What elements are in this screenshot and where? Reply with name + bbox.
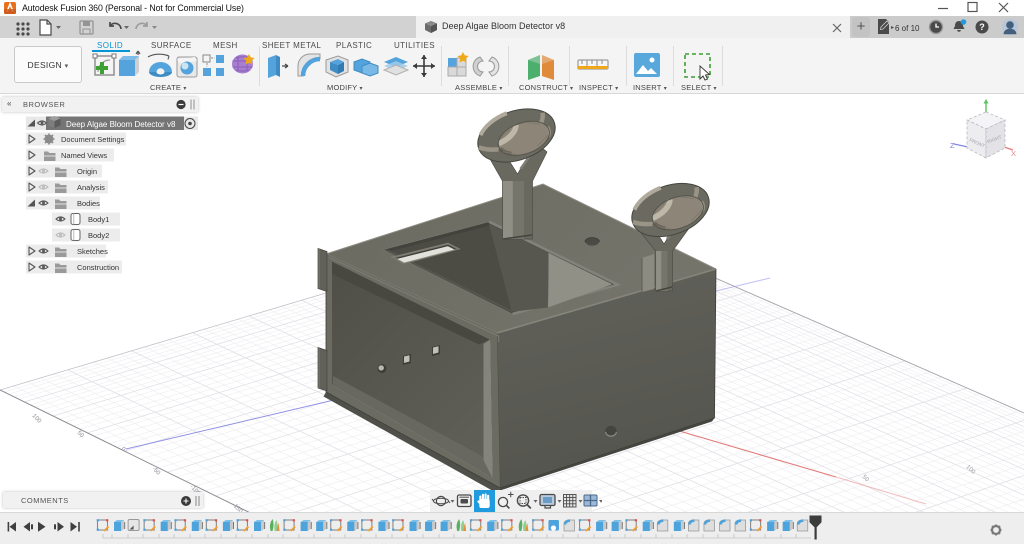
- svg-text:Analysis: Analysis: [77, 183, 105, 192]
- svg-text:50: 50: [861, 474, 870, 483]
- svg-text:Z: Z: [950, 141, 955, 150]
- svg-text:?: ?: [979, 22, 985, 32]
- svg-text:Body1: Body1: [88, 215, 109, 224]
- svg-text:Named Views: Named Views: [61, 151, 107, 160]
- svg-text:Body2: Body2: [88, 231, 109, 240]
- svg-text:Bodies: Bodies: [77, 199, 100, 208]
- svg-text:Sketches: Sketches: [77, 247, 108, 256]
- svg-text:X: X: [1011, 149, 1016, 158]
- svg-text:Construction: Construction: [77, 263, 119, 272]
- svg-text:Deep Algae Bloom Detector v8: Deep Algae Bloom Detector v8: [66, 120, 176, 129]
- svg-text:Document Settings: Document Settings: [61, 135, 125, 144]
- svg-text:100: 100: [31, 413, 43, 425]
- svg-text:Origin: Origin: [77, 167, 97, 176]
- svg-text:6 of 10: 6 of 10: [895, 24, 920, 33]
- svg-text:100: 100: [965, 464, 977, 476]
